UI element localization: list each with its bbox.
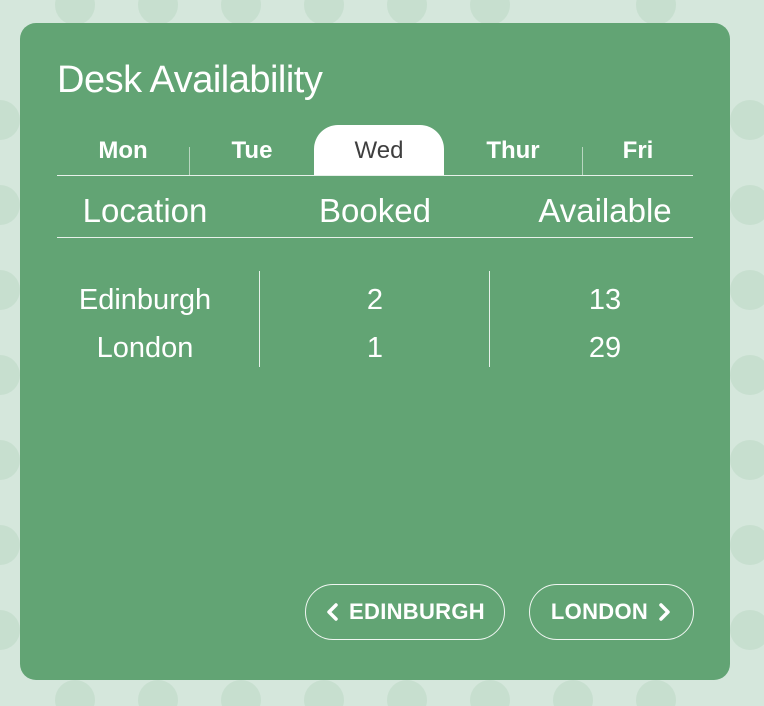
tab-tue[interactable]: Tue — [190, 125, 314, 175]
booked-cell: 2 — [366, 284, 384, 316]
tab-fri[interactable]: Fri — [583, 125, 693, 175]
tab-thur[interactable]: Thur — [444, 125, 582, 175]
location-cell: Edinburgh — [78, 284, 212, 316]
previous-location-button[interactable]: EDINBURGH — [305, 584, 505, 640]
column-divider — [259, 271, 260, 367]
available-cell: 13 — [588, 284, 622, 316]
table-header: Location Booked Available — [57, 175, 693, 238]
location-cell: London — [96, 332, 194, 364]
card-title: Desk Availability — [57, 59, 323, 101]
desk-availability-card: Desk Availability Mon Tue Wed Thur Fri L… — [20, 23, 730, 680]
next-location-button[interactable]: LONDON — [529, 584, 694, 640]
availability-table: Edinburgh London 2 1 13 29 — [57, 271, 693, 367]
previous-location-label: EDINBURGH — [349, 599, 485, 624]
column-header-booked: Booked — [319, 192, 431, 229]
booked-column: 2 1 — [283, 271, 467, 367]
chevron-right-icon — [659, 603, 670, 621]
day-tabs: Mon Tue Wed Thur Fri — [57, 125, 693, 176]
tab-mon[interactable]: Mon — [57, 125, 189, 175]
booked-cell: 1 — [366, 332, 384, 364]
column-header-location: Location — [82, 192, 208, 229]
column-header-available: Available — [538, 192, 672, 229]
next-location-label: LONDON — [550, 599, 649, 624]
available-cell: 29 — [588, 332, 622, 364]
available-column: 13 29 — [517, 271, 693, 367]
column-divider — [489, 271, 490, 367]
location-column: Edinburgh London — [57, 271, 233, 367]
tab-wed[interactable]: Wed — [314, 125, 444, 175]
chevron-left-icon — [327, 603, 338, 621]
